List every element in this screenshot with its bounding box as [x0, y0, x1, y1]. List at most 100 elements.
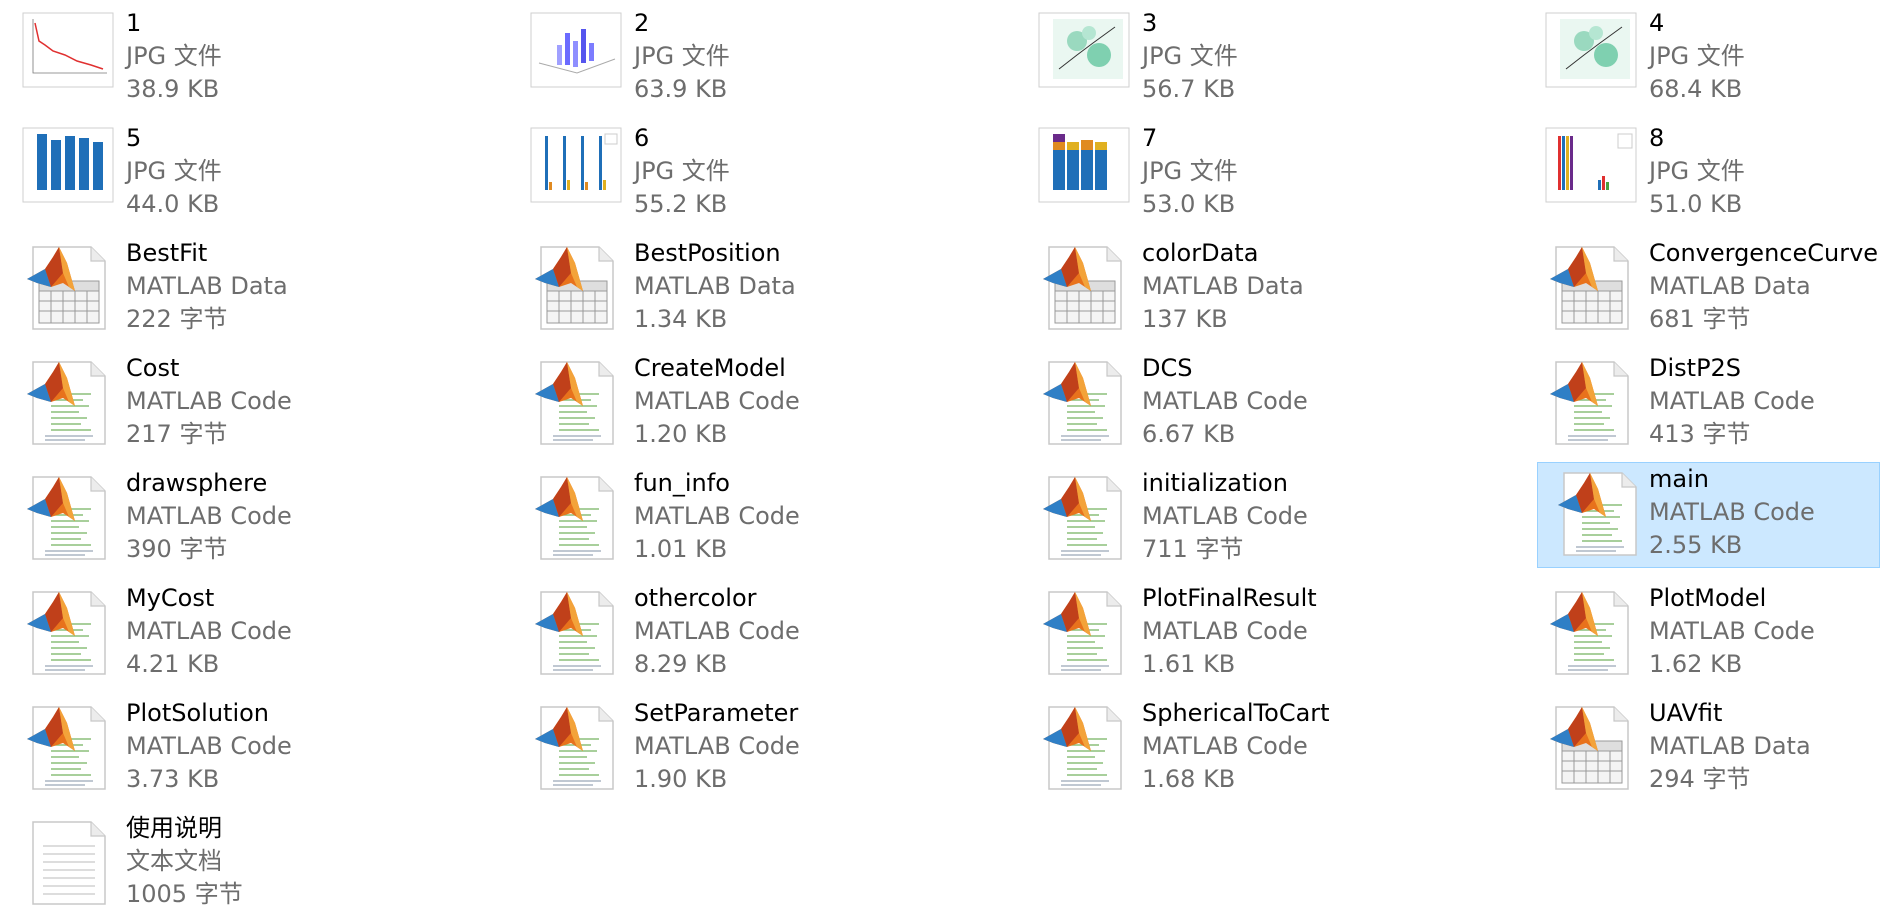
file-item[interactable]: 8 JPG 文件 51.0 KB [1523, 115, 1863, 218]
file-size: 413 字节 [1649, 420, 1751, 448]
file-type: MATLAB Code [1142, 387, 1308, 415]
matlab-code-icon [529, 586, 625, 675]
file-meta: 使用说明 文本文档 1005 字节 [126, 812, 243, 911]
file-meta: initialization MATLAB Code 711 字节 [1142, 467, 1308, 566]
file-size: 1.90 KB [634, 765, 728, 793]
file-meta: othercolor MATLAB Code 8.29 KB [634, 582, 800, 681]
file-item[interactable]: PlotFinalResult MATLAB Code 1.61 KB [1016, 575, 1356, 678]
file-type: JPG 文件 [126, 42, 222, 70]
file-item[interactable]: main MATLAB Code 2.55 KB [1537, 462, 1880, 568]
file-name: 使用说明 [126, 814, 222, 842]
file-type: JPG 文件 [1142, 157, 1238, 185]
file-type: MATLAB Code [1649, 387, 1815, 415]
matlab-code-icon [21, 471, 117, 560]
matlab-code-icon [1544, 356, 1640, 445]
file-name: PlotFinalResult [1142, 584, 1317, 612]
file-item[interactable]: 7 JPG 文件 53.0 KB [1016, 115, 1356, 218]
file-item[interactable]: 1 JPG 文件 38.9 KB [0, 0, 340, 103]
file-item[interactable]: DistP2S MATLAB Code 413 字节 [1523, 345, 1863, 448]
file-name: SphericalToCart [1142, 699, 1330, 727]
file-item[interactable]: SphericalToCart MATLAB Code 1.68 KB [1016, 690, 1356, 793]
file-item[interactable]: 5 JPG 文件 44.0 KB [0, 115, 340, 218]
file-item[interactable]: MyCost MATLAB Code 4.21 KB [0, 575, 340, 678]
file-item[interactable]: ConvergenceCurve MATLAB Data 681 字节 [1523, 230, 1878, 333]
matlab-data-icon [1544, 701, 1640, 790]
file-item[interactable]: 6 JPG 文件 55.2 KB [508, 115, 848, 218]
file-item[interactable]: 3 JPG 文件 56.7 KB [1016, 0, 1356, 103]
file-name: PlotSolution [126, 699, 270, 727]
file-name: 6 [634, 124, 650, 152]
file-item[interactable]: BestPosition MATLAB Data 1.34 KB [508, 230, 848, 333]
file-name: UAVfit [1649, 699, 1723, 727]
file-type: MATLAB Code [1649, 498, 1815, 526]
file-name: PlotModel [1649, 584, 1767, 612]
file-size: 63.9 KB [634, 75, 728, 103]
file-item[interactable]: UAVfit MATLAB Data 294 字节 [1523, 690, 1863, 793]
file-size: 137 KB [1142, 305, 1228, 333]
file-item[interactable]: othercolor MATLAB Code 8.29 KB [508, 575, 848, 678]
file-item[interactable]: 2 JPG 文件 63.9 KB [508, 0, 848, 103]
file-meta: MyCost MATLAB Code 4.21 KB [126, 582, 292, 681]
file-size: 1.34 KB [634, 305, 728, 333]
file-item[interactable]: colorData MATLAB Data 137 KB [1016, 230, 1356, 333]
file-name: BestFit [126, 239, 208, 267]
file-type: MATLAB Code [126, 502, 292, 530]
file-type: MATLAB Code [634, 387, 800, 415]
text-document-icon [21, 816, 117, 905]
file-type: JPG 文件 [634, 42, 730, 70]
file-name: 8 [1649, 124, 1665, 152]
file-item[interactable]: SetParameter MATLAB Code 1.90 KB [508, 690, 848, 793]
image-heatmap-chart-icon [1544, 11, 1640, 93]
file-type: MATLAB Code [1142, 732, 1308, 760]
file-type: MATLAB Code [126, 732, 292, 760]
matlab-code-icon [1037, 586, 1133, 675]
file-item[interactable]: PlotSolution MATLAB Code 3.73 KB [0, 690, 340, 793]
file-size: 68.4 KB [1649, 75, 1743, 103]
file-type: JPG 文件 [126, 157, 222, 185]
file-meta: 3 JPG 文件 56.7 KB [1142, 7, 1238, 106]
matlab-data-icon [1544, 241, 1640, 330]
matlab-code-icon [21, 356, 117, 445]
file-size: 51.0 KB [1649, 190, 1743, 218]
file-item[interactable]: PlotModel MATLAB Code 1.62 KB [1523, 575, 1863, 678]
file-meta: CreateModel MATLAB Code 1.20 KB [634, 352, 800, 451]
file-name: 3 [1142, 9, 1158, 37]
file-meta: PlotSolution MATLAB Code 3.73 KB [126, 697, 292, 796]
file-item[interactable]: Cost MATLAB Code 217 字节 [0, 345, 340, 448]
file-meta: Cost MATLAB Code 217 字节 [126, 352, 292, 451]
matlab-code-icon [1037, 356, 1133, 445]
file-item[interactable]: 4 JPG 文件 68.4 KB [1523, 0, 1863, 103]
file-name: fun_info [634, 469, 730, 497]
file-meta: ConvergenceCurve MATLAB Data 681 字节 [1649, 237, 1878, 336]
file-item[interactable]: CreateModel MATLAB Code 1.20 KB [508, 345, 848, 448]
file-name: othercolor [634, 584, 757, 612]
matlab-code-icon [21, 701, 117, 790]
file-meta: DCS MATLAB Code 6.67 KB [1142, 352, 1308, 451]
file-item[interactable]: BestFit MATLAB Data 222 字节 [0, 230, 340, 333]
file-item[interactable]: initialization MATLAB Code 711 字节 [1016, 460, 1356, 563]
image-line-chart-icon [21, 11, 117, 93]
image-multicolor-bar-chart-icon [1544, 126, 1640, 208]
file-type: JPG 文件 [634, 157, 730, 185]
file-item[interactable]: DCS MATLAB Code 6.67 KB [1016, 345, 1356, 448]
file-type: JPG 文件 [1142, 42, 1238, 70]
image-stacked-bar-chart-icon [1037, 126, 1133, 208]
file-type: MATLAB Data [126, 272, 288, 300]
image-bar-chart-icon [21, 126, 117, 208]
file-size: 55.2 KB [634, 190, 728, 218]
file-meta: BestFit MATLAB Data 222 字节 [126, 237, 288, 336]
file-item[interactable]: 使用说明 文本文档 1005 字节 [0, 805, 340, 908]
file-meta: 6 JPG 文件 55.2 KB [634, 122, 730, 221]
file-item[interactable]: fun_info MATLAB Code 1.01 KB [508, 460, 848, 563]
file-size: 222 字节 [126, 305, 228, 333]
file-size: 56.7 KB [1142, 75, 1236, 103]
file-type: MATLAB Code [1649, 617, 1815, 645]
matlab-data-icon [1037, 241, 1133, 330]
matlab-code-icon [21, 586, 117, 675]
file-item[interactable]: drawsphere MATLAB Code 390 字节 [0, 460, 340, 563]
matlab-data-icon [529, 241, 625, 330]
file-size: 294 字节 [1649, 765, 1751, 793]
matlab-code-icon [529, 356, 625, 445]
file-size: 1.61 KB [1142, 650, 1236, 678]
file-name: CreateModel [634, 354, 786, 382]
